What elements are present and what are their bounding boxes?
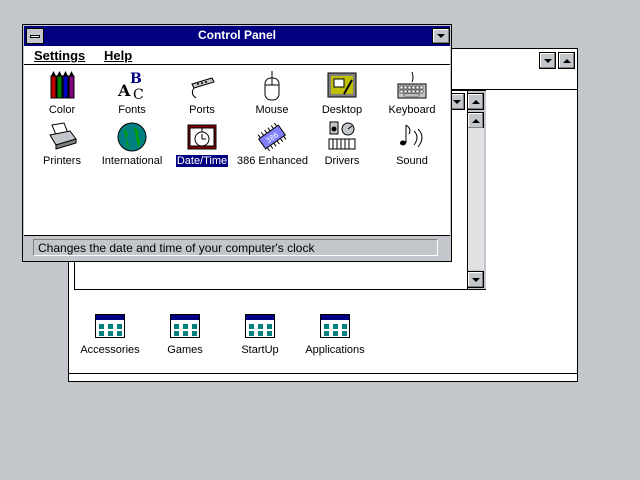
program-group-label: Applications — [305, 344, 365, 356]
status-bar: Changes the date and time of your comput… — [24, 235, 450, 261]
applet-label: 386 Enhanced — [237, 155, 308, 167]
menu-settings-label: Settings — [34, 48, 86, 63]
scroll-up-button[interactable] — [467, 112, 484, 129]
applet-label: Desktop — [321, 104, 363, 116]
mouse-icon — [256, 70, 288, 102]
date-time-icon — [186, 121, 218, 153]
chip-icon: 386 — [256, 121, 288, 153]
program-group-icon — [245, 314, 275, 338]
386-enhanced-applet[interactable]: 386 386 Enhanced — [236, 121, 308, 167]
color-icon — [46, 70, 78, 102]
fonts-icon: B A C — [116, 70, 148, 103]
chevron-down-icon — [437, 34, 445, 38]
control-panel-window[interactable]: Control Panel Settings Help Color B A C … — [22, 24, 452, 262]
status-text: Changes the date and time of your comput… — [38, 241, 315, 255]
menu-help[interactable]: Help — [104, 48, 132, 63]
date-time-applet[interactable]: Date/Time — [166, 121, 238, 167]
sound-icon — [396, 121, 428, 153]
program-group-label: Accessories — [80, 344, 140, 356]
sound-applet[interactable]: Sound — [376, 121, 448, 167]
program-group-icon — [95, 314, 125, 338]
chevron-up-icon — [562, 58, 571, 63]
program-group-icon — [170, 314, 200, 338]
arrow-up-icon — [471, 118, 480, 123]
program-group-startup[interactable]: StartUp — [220, 314, 300, 356]
program-group-games[interactable]: Games — [145, 314, 225, 356]
chevron-down-icon — [543, 58, 552, 63]
menu-help-label: Help — [104, 48, 133, 63]
minimize-button[interactable] — [432, 28, 450, 44]
svg-text:A: A — [117, 81, 131, 100]
menu-settings[interactable]: Settings — [34, 48, 85, 63]
applet-label: Drivers — [324, 155, 360, 167]
applet-label: Keyboard — [388, 104, 436, 116]
applet-label: International — [101, 155, 163, 167]
scroll-track[interactable] — [468, 128, 484, 270]
chevron-down-icon — [452, 99, 461, 104]
pm-minimize-button[interactable] — [539, 52, 556, 69]
pm-maximize-button[interactable] — [558, 52, 575, 69]
menu-bar: Settings Help — [24, 46, 450, 65]
applet-label: Color — [48, 104, 76, 116]
printers-applet[interactable]: Printers — [26, 121, 98, 167]
program-group-label: Games — [167, 344, 203, 356]
status-panel: Changes the date and time of your comput… — [33, 239, 438, 256]
keyboard-applet[interactable]: Keyboard — [376, 70, 448, 116]
applet-label: Fonts — [118, 104, 146, 116]
international-applet[interactable]: International — [96, 121, 168, 167]
program-group-label: StartUp — [241, 344, 279, 356]
keyboard-icon — [396, 70, 428, 102]
applet-label: Printers — [43, 155, 81, 167]
program-group-applications[interactable]: Applications — [295, 314, 375, 356]
color-applet[interactable]: Color — [26, 70, 98, 116]
mouse-applet[interactable]: Mouse — [236, 70, 308, 116]
drivers-icon — [326, 121, 358, 153]
window-title: Control Panel — [197, 28, 276, 42]
control-panel-icons-area: Color B A C Fonts Ports Mouse Desktop Ke… — [24, 65, 450, 235]
svg-text:B: B — [130, 71, 142, 87]
applet-label: Ports — [189, 104, 215, 116]
desktop-applet[interactable]: Desktop — [306, 70, 378, 116]
svg-text:C: C — [133, 87, 144, 102]
window-divider — [69, 373, 577, 374]
globe-icon — [116, 121, 148, 153]
ports-icon — [186, 70, 218, 102]
chevron-up-icon — [471, 99, 480, 104]
arrow-down-icon — [471, 277, 480, 282]
ports-applet[interactable]: Ports — [166, 70, 238, 116]
title-bar[interactable]: Control Panel — [24, 26, 450, 46]
system-menu-button[interactable] — [26, 28, 44, 44]
group-maximize-button[interactable] — [467, 93, 484, 110]
applet-label: Mouse — [255, 104, 289, 116]
applet-label: Date/Time — [175, 155, 229, 167]
applet-label: Sound — [396, 155, 428, 167]
system-menu-icon — [30, 35, 40, 38]
scroll-down-button[interactable] — [467, 271, 484, 288]
printers-icon — [46, 121, 78, 153]
fonts-applet[interactable]: B A C Fonts — [96, 70, 168, 116]
desktop-icon — [326, 70, 358, 102]
program-group-accessories[interactable]: Accessories — [70, 314, 150, 356]
drivers-applet[interactable]: Drivers — [306, 121, 378, 167]
program-group-icon — [320, 314, 350, 338]
